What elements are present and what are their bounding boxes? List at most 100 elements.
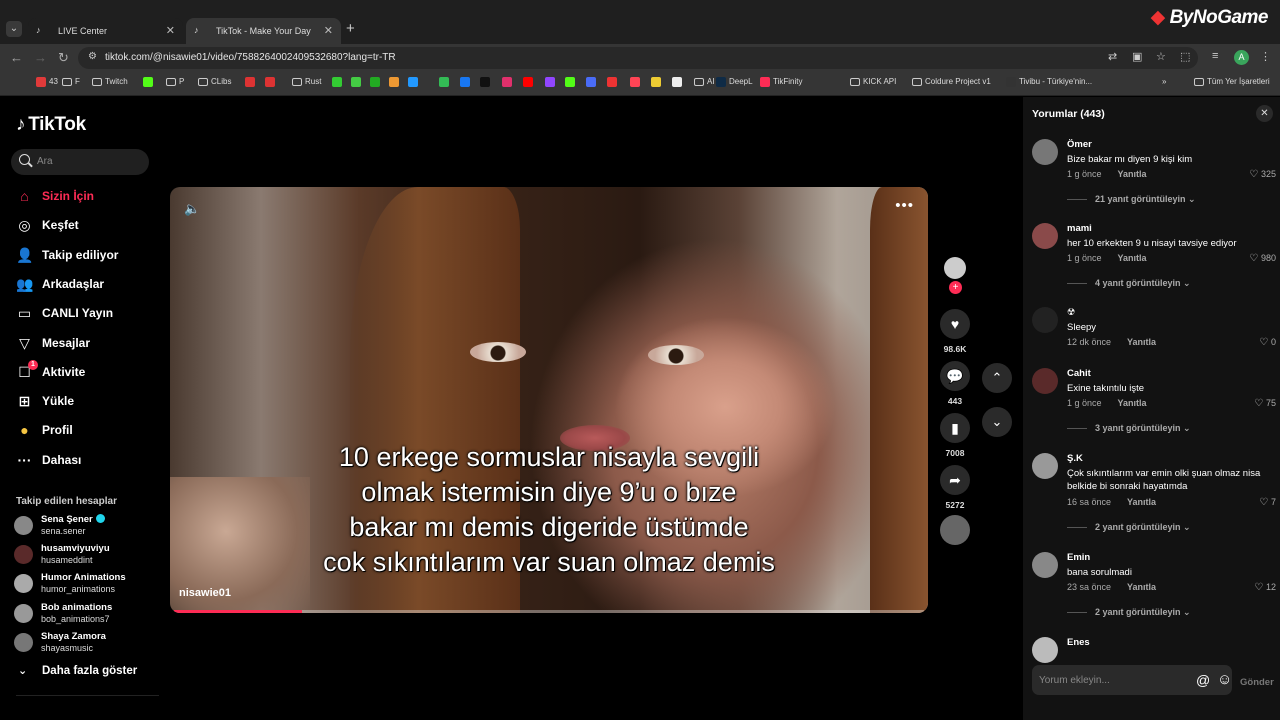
- bookmark-item[interactable]: [630, 77, 643, 87]
- bookmark-item[interactable]: [672, 77, 685, 87]
- bookmark-item[interactable]: DeepL: [716, 77, 753, 87]
- view-replies-button[interactable]: 4 yanıt görüntüleyin ⌄: [1067, 278, 1191, 289]
- view-replies-button[interactable]: 2 yanıt görüntüleyin ⌄: [1067, 522, 1191, 533]
- reply-button[interactable]: Yanıtla: [1118, 253, 1147, 263]
- view-replies-button[interactable]: 2 yanıt görüntüleyin ⌄: [1067, 607, 1191, 618]
- forward-icon[interactable]: →: [34, 50, 47, 65]
- view-replies-button[interactable]: 3 yanıt görüntüleyin ⌄: [1067, 423, 1191, 434]
- bookmark-item[interactable]: [502, 77, 515, 87]
- bookmark-item[interactable]: P: [166, 77, 184, 86]
- like-action[interactable]: ♥ 98.6K: [940, 309, 970, 354]
- sidebar-item-upload[interactable]: ⊞ Yükle: [16, 391, 74, 411]
- bookmark-star-icon[interactable]: ☆: [1156, 50, 1166, 63]
- bookmark-item[interactable]: [408, 77, 421, 87]
- show-more-button[interactable]: ⌄ Daha fazla göster: [16, 665, 137, 677]
- creator-avatar[interactable]: [944, 257, 966, 279]
- comment-like-button[interactable]: 0: [1259, 337, 1276, 348]
- bookmark-item[interactable]: 43: [36, 77, 58, 87]
- bookmark-item[interactable]: [523, 77, 536, 87]
- media-controls-icon[interactable]: ≡: [1212, 50, 1218, 62]
- following-account[interactable]: Sena Şener sena.sener: [14, 513, 164, 539]
- more-options-icon[interactable]: •••: [895, 197, 914, 214]
- tab-search-button[interactable]: ⌄: [6, 21, 22, 37]
- bookmark-item[interactable]: [351, 77, 364, 87]
- reply-button[interactable]: Yanıtla: [1127, 497, 1156, 507]
- bookmark-item[interactable]: [545, 77, 558, 87]
- site-info-icon[interactable]: ⚙: [88, 51, 97, 62]
- close-tab-icon[interactable]: ✕: [324, 24, 333, 37]
- browser-tab-tiktok[interactable]: ♪ TikTok - Make Your Day ✕: [186, 18, 341, 44]
- menu-kebab-icon[interactable]: ⋮: [1260, 50, 1271, 63]
- comment-like-button[interactable]: 325: [1249, 169, 1276, 180]
- avatar[interactable]: [1032, 139, 1058, 165]
- sidebar-item-compass[interactable]: ◎ Keşfet: [16, 215, 78, 235]
- bookmark-item[interactable]: [245, 77, 258, 87]
- reload-icon[interactable]: ↻: [58, 50, 69, 66]
- address-bar[interactable]: ⚙ tiktok.com/@nisawie01/video/7588264002…: [78, 47, 1198, 69]
- close-tab-icon[interactable]: ✕: [166, 24, 175, 37]
- bookmark-item[interactable]: [389, 77, 402, 87]
- following-account[interactable]: Shaya Zamora shayasmusic: [14, 630, 164, 656]
- sidebar-item-following[interactable]: 👤 Takip ediliyor: [16, 245, 118, 265]
- bookmark-item[interactable]: TikFinity: [760, 77, 802, 87]
- bookmark-item[interactable]: CLibs: [198, 77, 231, 86]
- mention-icon[interactable]: @: [1196, 672, 1210, 688]
- following-account[interactable]: Bob animations bob_animations7: [14, 601, 164, 627]
- bookmark-item[interactable]: [565, 77, 578, 87]
- avatar[interactable]: [1032, 453, 1058, 479]
- bookmarks-overflow-icon[interactable]: »: [1162, 77, 1166, 86]
- avatar[interactable]: [1032, 637, 1058, 663]
- sidebar-item-more[interactable]: ··· Dahası: [16, 450, 82, 470]
- browser-tab-live-center[interactable]: ♪ LIVE Center ✕: [28, 18, 183, 44]
- comment-like-button[interactable]: 7: [1259, 497, 1276, 508]
- install-app-icon[interactable]: ▣: [1132, 50, 1142, 63]
- comment-author[interactable]: Ş.K: [1067, 453, 1083, 464]
- bookmark-item[interactable]: Rust: [292, 77, 321, 86]
- comment-like-button[interactable]: 12: [1254, 582, 1276, 593]
- search-input[interactable]: Ara: [11, 149, 149, 175]
- following-account[interactable]: husamviyuviyu husameddint: [14, 542, 164, 568]
- tiktok-logo[interactable]: ♪ TikTok: [16, 114, 86, 136]
- save-action[interactable]: ▮ 7008: [940, 413, 970, 458]
- comment-like-button[interactable]: 980: [1249, 253, 1276, 264]
- bookmark-item[interactable]: F: [62, 77, 80, 86]
- comment-author[interactable]: Ömer: [1067, 139, 1092, 150]
- comment-author[interactable]: Enes: [1067, 637, 1090, 648]
- video-progress-bar[interactable]: [174, 610, 924, 613]
- bookmark-item[interactable]: [586, 77, 599, 87]
- bookmark-item[interactable]: [480, 77, 493, 87]
- avatar[interactable]: [1032, 368, 1058, 394]
- reply-button[interactable]: Yanıtla: [1127, 337, 1156, 347]
- reply-button[interactable]: Yanıtla: [1118, 169, 1147, 179]
- sound-avatar[interactable]: [940, 515, 970, 545]
- sidebar-item-messages[interactable]: ▽ Mesajlar: [16, 333, 90, 353]
- video-player[interactable]: 🔈 ••• 10 erkege sormuslar nisayla sevgil…: [170, 187, 928, 613]
- bookmark-item[interactable]: [370, 77, 383, 87]
- next-video-button[interactable]: ⌄: [982, 407, 1012, 437]
- previous-video-button[interactable]: ⌃: [982, 363, 1012, 393]
- sidebar-item-activity[interactable]: ☐ 1 Aktivite: [16, 359, 85, 382]
- close-icon[interactable]: ✕: [1256, 105, 1273, 122]
- follow-button[interactable]: +: [949, 281, 962, 294]
- video-author[interactable]: nisawie01: [179, 587, 231, 599]
- following-account[interactable]: Humor Animations humor_animations: [14, 571, 164, 597]
- comment-author[interactable]: Emin: [1067, 552, 1090, 563]
- reply-button[interactable]: Yanıtla: [1118, 398, 1147, 408]
- profile-avatar[interactable]: A: [1234, 50, 1249, 65]
- bookmark-item[interactable]: [651, 77, 664, 87]
- sidebar-item-live[interactable]: ▭ CANLI Yayın: [16, 303, 113, 323]
- bookmark-item[interactable]: [439, 77, 452, 87]
- avatar[interactable]: [1032, 307, 1058, 333]
- sidebar-item-friends[interactable]: 👥 Arkadaşlar: [16, 274, 104, 294]
- bookmark-item[interactable]: Coldure Project v1: [912, 77, 991, 86]
- bookmark-item[interactable]: [460, 77, 473, 87]
- comment-author[interactable]: ☢: [1067, 307, 1076, 318]
- volume-icon[interactable]: 🔈: [184, 201, 200, 217]
- view-replies-button[interactable]: 21 yanıt görüntüleyin ⌄: [1067, 194, 1196, 205]
- screenshot-icon[interactable]: ⬚: [1180, 50, 1190, 63]
- avatar[interactable]: [1032, 552, 1058, 578]
- bookmark-item[interactable]: [607, 77, 620, 87]
- share-action[interactable]: ➦ 5272: [940, 465, 970, 510]
- new-tab-button[interactable]: +: [346, 20, 355, 37]
- comment-author[interactable]: Cahit: [1067, 368, 1091, 379]
